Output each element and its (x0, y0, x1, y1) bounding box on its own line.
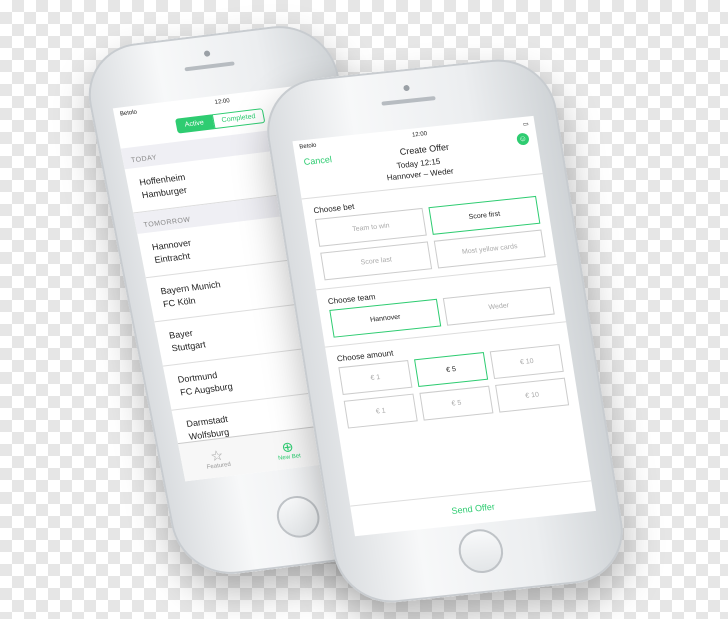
amount-option[interactable]: € 10 (495, 377, 570, 413)
tab-new-bet[interactable]: ⊕ New Bet (275, 438, 302, 462)
front-camera (403, 84, 410, 92)
amount-option[interactable]: € 1 (338, 359, 413, 395)
tab-featured[interactable]: ☆ Featured (203, 446, 231, 471)
user-avatar-icon[interactable]: ☺ (516, 132, 530, 146)
front-camera (203, 50, 211, 57)
segment-active[interactable]: Active (174, 114, 215, 134)
bet-option[interactable]: Score last (320, 241, 433, 281)
speaker-grille (184, 61, 235, 72)
speaker-grille (381, 96, 436, 106)
tab-label: Featured (206, 461, 232, 471)
cancel-button[interactable]: Cancel (303, 154, 332, 167)
segment-completed[interactable]: Completed (211, 108, 266, 130)
home-button[interactable] (273, 493, 324, 540)
plus-circle-icon: ⊕ (280, 438, 295, 456)
amount-option[interactable]: € 1 (343, 393, 418, 429)
amount-option[interactable]: € 10 (489, 344, 564, 380)
right-screen: Betolo 12:00 ▭ Cancel Create Offer ☺ Tod… (292, 115, 597, 537)
send-offer-button[interactable]: Send Offer (350, 480, 597, 537)
battery-icon: ▭ (522, 120, 530, 128)
home-button[interactable] (455, 527, 507, 576)
star-icon: ☆ (209, 446, 225, 465)
bet-option[interactable]: Most yellow cards (433, 229, 546, 269)
time-label: 12:00 (411, 131, 428, 139)
amount-option[interactable]: € 5 (414, 352, 489, 388)
amount-option[interactable]: € 5 (419, 385, 494, 421)
time-label: 12:00 (214, 98, 231, 106)
tab-label: New Bet (277, 453, 302, 462)
carrier-label: Betolo (119, 109, 138, 118)
carrier-label: Betolo (299, 142, 317, 151)
